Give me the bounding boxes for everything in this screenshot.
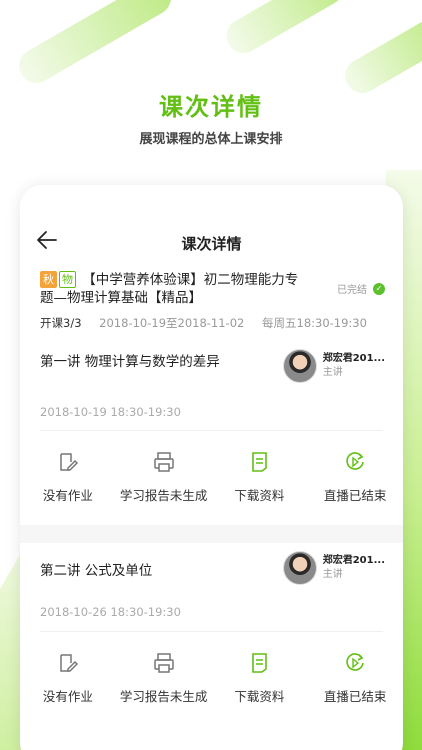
course-meta: 开课3/3 2018-10-19至2018-11-02 每周五18:30-19:… bbox=[40, 315, 385, 331]
edit-doc-icon bbox=[60, 453, 78, 471]
decor-stripe bbox=[220, 0, 350, 60]
download-label: 下载资料 bbox=[234, 488, 285, 503]
avatar bbox=[282, 349, 317, 383]
course-title-text: 【中学营养体验课】初二物理能力专题—物理计算基础【精品】 bbox=[40, 272, 299, 306]
lesson-time: 2018-10-26 18:30-19:30 bbox=[40, 605, 181, 619]
homework-label: 没有作业 bbox=[42, 488, 93, 503]
report-button[interactable]: 学习报告未生成 bbox=[116, 451, 212, 504]
report-label: 学习报告未生成 bbox=[119, 689, 208, 704]
lesson-name[interactable]: 第一讲 物理计算与数学的差异 bbox=[40, 353, 270, 372]
divider bbox=[40, 430, 383, 431]
teacher-role: 主讲 bbox=[322, 569, 343, 580]
section-separator bbox=[20, 525, 403, 543]
replay-icon bbox=[346, 452, 364, 470]
download-label: 下载资料 bbox=[234, 689, 285, 704]
document-icon bbox=[252, 653, 268, 673]
divider bbox=[40, 631, 383, 632]
decor-stripe bbox=[12, 0, 178, 90]
hero-title: 课次详情 bbox=[159, 93, 263, 121]
teacher-name: 郑宏君201... bbox=[322, 353, 385, 364]
hero-subtitle: 展现课程的总体上课安排 bbox=[139, 132, 283, 147]
homework-button[interactable]: 没有作业 bbox=[20, 451, 116, 504]
course-progress: 开课3/3 bbox=[40, 316, 82, 330]
avatar bbox=[282, 551, 317, 585]
report-label: 学习报告未生成 bbox=[119, 488, 208, 503]
teacher-name: 郑宏君201... bbox=[322, 555, 385, 566]
download-button[interactable]: 下载资料 bbox=[212, 451, 308, 504]
document-icon bbox=[252, 452, 268, 472]
replay-icon bbox=[346, 653, 364, 671]
course-schedule: 每周五18:30-19:30 bbox=[262, 316, 367, 330]
status-badge: 已完结 ✓ bbox=[337, 281, 385, 296]
course-date-range: 2018-10-19至2018-11-02 bbox=[99, 316, 245, 330]
download-button[interactable]: 下载资料 bbox=[212, 652, 308, 705]
phone-card: 课次详情 秋物 【中学营养体验课】初二物理能力专题—物理计算基础【精品】 已完结… bbox=[20, 185, 403, 750]
live-label: 直播已结束 bbox=[323, 689, 387, 704]
season-badge: 秋 bbox=[40, 271, 57, 288]
report-button[interactable]: 学习报告未生成 bbox=[116, 652, 212, 705]
lesson-name[interactable]: 第二讲 公式及单位 bbox=[40, 562, 270, 581]
nav-bar: 课次详情 bbox=[20, 185, 403, 253]
homework-label: 没有作业 bbox=[42, 689, 93, 704]
teacher-role: 主讲 bbox=[322, 367, 343, 378]
lesson-time: 2018-10-19 18:30-19:30 bbox=[40, 405, 181, 419]
check-icon: ✓ bbox=[373, 282, 385, 295]
live-button[interactable]: 直播已结束 bbox=[307, 652, 403, 705]
status-text: 已完结 bbox=[337, 285, 367, 296]
teacher-info[interactable]: 郑宏君201... 主讲 bbox=[282, 551, 385, 585]
live-button[interactable]: 直播已结束 bbox=[307, 451, 403, 504]
lesson-actions: 没有作业 学习报告未生成 下载资料 直播已结束 bbox=[20, 652, 403, 705]
course-title: 秋物 【中学营养体验课】初二物理能力专题—物理计算基础【精品】 bbox=[40, 271, 310, 307]
live-label: 直播已结束 bbox=[323, 488, 387, 503]
homework-button[interactable]: 没有作业 bbox=[20, 652, 116, 705]
teacher-info[interactable]: 郑宏君201... 主讲 bbox=[282, 349, 385, 383]
edit-doc-icon bbox=[60, 654, 78, 672]
printer-icon bbox=[153, 653, 174, 673]
nav-title: 课次详情 bbox=[181, 235, 242, 253]
subject-badge: 物 bbox=[59, 271, 76, 288]
lesson-actions: 没有作业 学习报告未生成 下载资料 直播已结束 bbox=[20, 451, 403, 504]
printer-icon bbox=[153, 452, 174, 472]
